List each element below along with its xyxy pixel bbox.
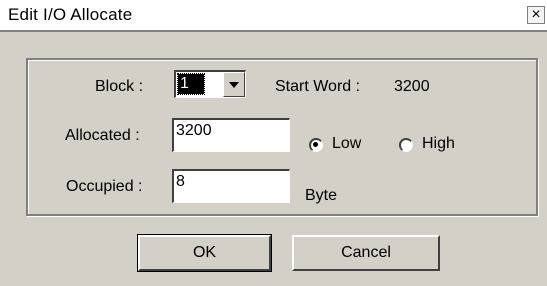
chevron-down-icon[interactable] xyxy=(223,72,245,97)
occupied-label: Occupied : xyxy=(66,178,143,195)
radio-low-label: Low xyxy=(332,135,362,152)
close-icon[interactable]: × xyxy=(527,6,545,24)
allocated-field[interactable]: 3200 xyxy=(172,118,290,152)
cancel-button[interactable]: Cancel xyxy=(292,235,440,271)
occupied-field[interactable]: 8 xyxy=(172,169,290,203)
allocated-label: Allocated : xyxy=(65,127,140,144)
block-select[interactable]: 1 xyxy=(174,70,246,98)
block-label: Block : xyxy=(95,78,144,95)
radio-high-label: High xyxy=(422,135,455,152)
ok-button[interactable]: OK xyxy=(137,234,272,272)
start-word-value: 3200 xyxy=(394,78,430,95)
title-bar: Edit I/O Allocate × xyxy=(0,0,547,32)
start-word-label: Start Word : xyxy=(275,78,361,95)
block-selected-value: 1 xyxy=(177,73,205,95)
edit-io-allocate-dialog: Edit I/O Allocate × Block : 1 Start Word… xyxy=(0,0,547,286)
radio-low[interactable] xyxy=(309,138,323,152)
radio-high[interactable] xyxy=(399,138,413,152)
occupied-unit: Byte xyxy=(305,187,338,204)
dialog-title: Edit I/O Allocate xyxy=(8,5,133,24)
